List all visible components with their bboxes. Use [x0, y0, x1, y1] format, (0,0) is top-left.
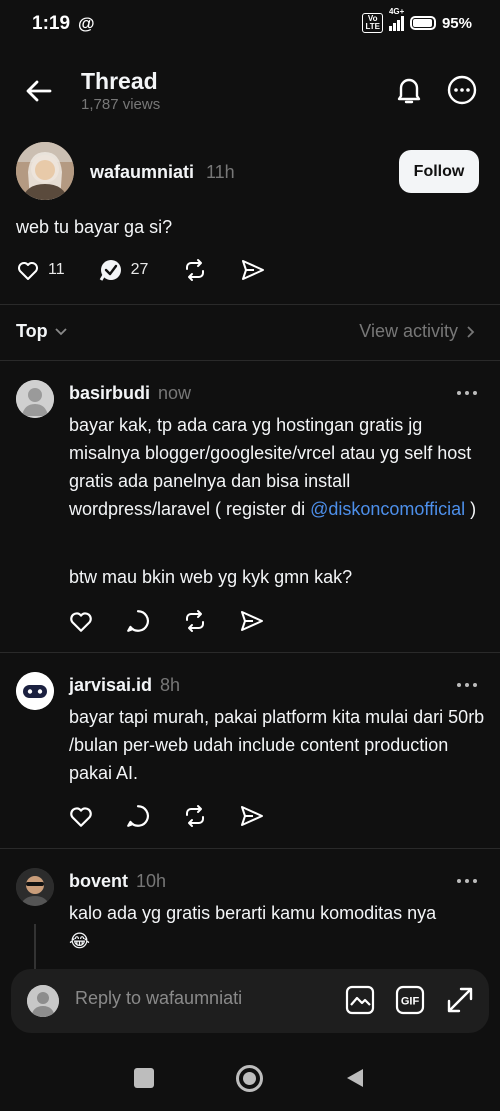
sort-dropdown[interactable]: Top	[16, 321, 68, 342]
gif-icon[interactable]: GIF	[395, 985, 425, 1015]
heart-icon	[16, 258, 40, 282]
avatar[interactable]	[16, 380, 54, 418]
divider	[0, 360, 500, 361]
divider	[0, 304, 500, 305]
chevron-right-icon	[466, 325, 476, 339]
like-button[interactable]: 11	[16, 258, 65, 282]
share-icon[interactable]	[239, 803, 265, 829]
status-right: Vo LTE 4G+ 95%	[362, 7, 472, 33]
avatar	[27, 985, 59, 1017]
reply-author[interactable]: jarvisai.id	[69, 675, 152, 696]
image-icon[interactable]	[345, 985, 375, 1015]
avatar[interactable]	[16, 142, 74, 200]
thread-header: Thread 1,787 views	[0, 60, 500, 126]
post-author[interactable]: wafaumniati	[90, 162, 194, 183]
reply-text: bayar tapi murah, pakai platform kita mu…	[69, 707, 485, 783]
network-type: 4G+	[388, 7, 405, 16]
post-text: web tu bayar ga si?	[16, 217, 173, 237]
more-icon[interactable]	[456, 871, 478, 891]
reply-author[interactable]: bovent	[69, 871, 128, 892]
status-bar: 1:19 @ Vo LTE 4G+ 95%	[0, 0, 500, 48]
heart-icon[interactable]	[68, 608, 94, 634]
system-nav-bar	[0, 1055, 500, 1101]
reply-body: bayar kak, tp ada cara yg hostingan grat…	[69, 411, 489, 523]
view-activity-link[interactable]: View activity	[359, 321, 476, 342]
share-icon[interactable]	[239, 608, 265, 634]
bell-icon[interactable]	[393, 74, 425, 106]
more-icon[interactable]	[456, 383, 478, 403]
repost-icon[interactable]	[182, 258, 208, 282]
sort-label: Top	[16, 321, 48, 341]
reply-button[interactable]: 27	[99, 258, 149, 282]
comment-icon[interactable]	[125, 803, 151, 829]
repost-icon[interactable]	[182, 803, 208, 829]
recents-button[interactable]	[134, 1068, 154, 1088]
gif-label: GIF	[401, 996, 420, 1008]
signal-icon: 4G+	[388, 7, 404, 31]
reply-text: )	[465, 499, 477, 519]
threads-notification-icon: @	[78, 14, 95, 33]
sort-row: Top View activity	[0, 318, 500, 348]
view-activity-label: View activity	[359, 321, 458, 341]
repost-icon[interactable]	[182, 608, 208, 634]
reply-time: 10h	[136, 871, 167, 891]
post-actions: 11 27	[16, 258, 266, 282]
battery-fill	[412, 19, 432, 27]
reply-count: 27	[130, 261, 149, 278]
reply-body: kalo ada yg gratis berarti kamu komodita…	[69, 899, 489, 955]
battery-percent: 95%	[441, 14, 472, 32]
avatar[interactable]	[16, 672, 54, 710]
battery-icon	[409, 16, 436, 30]
thread-line	[34, 924, 36, 969]
avatar[interactable]	[16, 868, 54, 906]
reply-time: now	[158, 383, 192, 403]
verified-comment-icon	[99, 258, 123, 282]
nav-back-button[interactable]	[344, 1067, 366, 1089]
share-icon[interactable]	[240, 258, 266, 282]
status-time: 1:19	[32, 13, 71, 34]
more-icon[interactable]	[456, 675, 478, 695]
composer-tools: GIF	[345, 985, 475, 1015]
laughing-emoji: 😂	[69, 931, 91, 951]
view-count: 1,787 views	[81, 96, 161, 113]
mention-link[interactable]: @diskoncomofficial	[310, 499, 465, 519]
reply-author[interactable]: basirbudi	[69, 383, 150, 404]
reply-text: kalo ada yg gratis berarti kamu komodita…	[69, 903, 437, 923]
chevron-down-icon	[54, 327, 68, 337]
expand-icon[interactable]	[445, 985, 475, 1015]
back-arrow-icon[interactable]	[24, 76, 54, 106]
follow-button[interactable]: Follow	[399, 150, 479, 193]
divider	[0, 652, 500, 653]
like-count: 11	[48, 261, 65, 278]
more-icon[interactable]	[446, 74, 478, 106]
reply-time: 8h	[160, 675, 181, 695]
divider	[0, 848, 500, 849]
reply-actions	[68, 608, 265, 634]
reply-composer: GIF	[11, 969, 489, 1033]
heart-icon[interactable]	[68, 803, 94, 829]
reply-input[interactable]	[75, 988, 325, 1009]
reply-actions	[68, 803, 265, 829]
page-title: Thread	[81, 68, 158, 94]
post-time: 11h	[206, 162, 235, 182]
comment-icon[interactable]	[125, 608, 151, 634]
volte-icon: Vo LTE	[362, 13, 383, 33]
reply-text: btw mau bkin web yg kyk gmn kak?	[69, 567, 353, 587]
home-button[interactable]	[236, 1065, 263, 1092]
